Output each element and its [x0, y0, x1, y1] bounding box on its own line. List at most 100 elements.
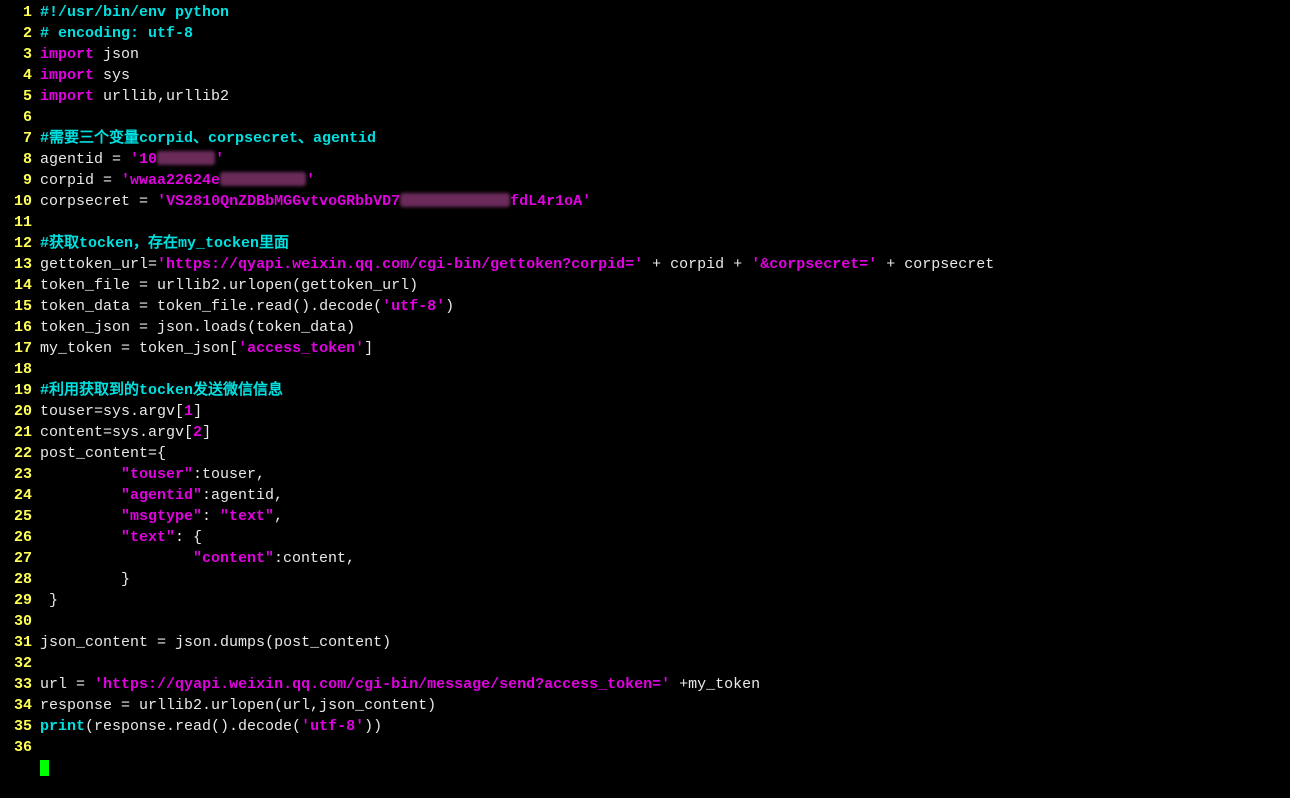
- code-line[interactable]: 5import urllib,urllib2: [0, 86, 1290, 107]
- line-number: 19: [0, 380, 40, 401]
- code-content[interactable]: #利用获取到的tocken发送微信信息: [40, 380, 1290, 401]
- line-number: 30: [0, 611, 40, 632]
- code-line[interactable]: 12#获取tocken，存在my_tocken里面: [0, 233, 1290, 254]
- code-content[interactable]: [40, 611, 1290, 632]
- code-line[interactable]: 19#利用获取到的tocken发送微信信息: [0, 380, 1290, 401]
- code-content[interactable]: import json: [40, 44, 1290, 65]
- code-content[interactable]: post_content={: [40, 443, 1290, 464]
- code-line[interactable]: 25 "msgtype": "text",: [0, 506, 1290, 527]
- line-number: 23: [0, 464, 40, 485]
- code-content[interactable]: corpsecret = 'VS2810QnZDBbMGGvtvoGRbbVD7…: [40, 191, 1290, 212]
- code-content[interactable]: agentid = '10': [40, 149, 1290, 170]
- code-content[interactable]: "agentid":agentid,: [40, 485, 1290, 506]
- code-content[interactable]: "msgtype": "text",: [40, 506, 1290, 527]
- line-number: 14: [0, 275, 40, 296]
- line-number: 7: [0, 128, 40, 149]
- line-number: 35: [0, 716, 40, 737]
- code-content[interactable]: content=sys.argv[2]: [40, 422, 1290, 443]
- code-line[interactable]: 7#需要三个变量corpid、corpsecret、agentid: [0, 128, 1290, 149]
- line-number: 8: [0, 149, 40, 170]
- code-content[interactable]: #!/usr/bin/env python: [40, 2, 1290, 23]
- code-content[interactable]: }: [40, 590, 1290, 611]
- code-content[interactable]: [40, 737, 1290, 758]
- code-line[interactable]: 20touser=sys.argv[1]: [0, 401, 1290, 422]
- line-number: 10: [0, 191, 40, 212]
- code-line[interactable]: 11: [0, 212, 1290, 233]
- code-line[interactable]: 36: [0, 737, 1290, 758]
- code-content[interactable]: my_token = token_json['access_token']: [40, 338, 1290, 359]
- code-content[interactable]: touser=sys.argv[1]: [40, 401, 1290, 422]
- code-line[interactable]: 29 }: [0, 590, 1290, 611]
- code-content[interactable]: import sys: [40, 65, 1290, 86]
- code-line[interactable]: 9corpid = 'wwaa22624e': [0, 170, 1290, 191]
- line-number: 5: [0, 86, 40, 107]
- code-content[interactable]: [40, 212, 1290, 233]
- line-number: 21: [0, 422, 40, 443]
- code-line[interactable]: 24 "agentid":agentid,: [0, 485, 1290, 506]
- code-content[interactable]: [40, 107, 1290, 128]
- line-number: 17: [0, 338, 40, 359]
- line-number: 6: [0, 107, 40, 128]
- code-line[interactable]: 28 }: [0, 569, 1290, 590]
- line-number: 2: [0, 23, 40, 44]
- line-number: 26: [0, 527, 40, 548]
- code-line[interactable]: 8agentid = '10': [0, 149, 1290, 170]
- code-line[interactable]: 34response = urllib2.urlopen(url,json_co…: [0, 695, 1290, 716]
- line-number: 15: [0, 296, 40, 317]
- cursor-block: [40, 760, 49, 776]
- code-line[interactable]: 3import json: [0, 44, 1290, 65]
- code-content[interactable]: #需要三个变量corpid、corpsecret、agentid: [40, 128, 1290, 149]
- code-content[interactable]: token_file = urllib2.urlopen(gettoken_ur…: [40, 275, 1290, 296]
- line-number: 12: [0, 233, 40, 254]
- code-line[interactable]: 17my_token = token_json['access_token']: [0, 338, 1290, 359]
- code-content[interactable]: [40, 359, 1290, 380]
- code-line[interactable]: 4import sys: [0, 65, 1290, 86]
- code-line[interactable]: 33url = 'https://qyapi.weixin.qq.com/cgi…: [0, 674, 1290, 695]
- code-line[interactable]: 27 "content":content,: [0, 548, 1290, 569]
- code-content[interactable]: #获取tocken，存在my_tocken里面: [40, 233, 1290, 254]
- line-number: 28: [0, 569, 40, 590]
- code-line[interactable]: 16token_json = json.loads(token_data): [0, 317, 1290, 338]
- line-number: 36: [0, 737, 40, 758]
- code-line[interactable]: 35print(response.read().decode('utf-8')): [0, 716, 1290, 737]
- code-line[interactable]: 15token_data = token_file.read().decode(…: [0, 296, 1290, 317]
- code-content[interactable]: import urllib,urllib2: [40, 86, 1290, 107]
- code-line[interactable]: 18: [0, 359, 1290, 380]
- code-line[interactable]: 31json_content = json.dumps(post_content…: [0, 632, 1290, 653]
- code-line[interactable]: 32: [0, 653, 1290, 674]
- code-content[interactable]: response = urllib2.urlopen(url,json_cont…: [40, 695, 1290, 716]
- code-content[interactable]: gettoken_url='https://qyapi.weixin.qq.co…: [40, 254, 1290, 275]
- code-line[interactable]: 23 "touser":touser,: [0, 464, 1290, 485]
- cursor-line: [0, 758, 1290, 779]
- code-line[interactable]: 2# encoding: utf-8: [0, 23, 1290, 44]
- line-number: 3: [0, 44, 40, 65]
- code-content[interactable]: print(response.read().decode('utf-8')): [40, 716, 1290, 737]
- code-content[interactable]: "touser":touser,: [40, 464, 1290, 485]
- line-number: 25: [0, 506, 40, 527]
- code-content[interactable]: json_content = json.dumps(post_content): [40, 632, 1290, 653]
- code-content[interactable]: token_json = json.loads(token_data): [40, 317, 1290, 338]
- line-number: 33: [0, 674, 40, 695]
- code-content[interactable]: "text": {: [40, 527, 1290, 548]
- line-number: 11: [0, 212, 40, 233]
- code-line[interactable]: 10corpsecret = 'VS2810QnZDBbMGGvtvoGRbbV…: [0, 191, 1290, 212]
- code-line[interactable]: 14token_file = urllib2.urlopen(gettoken_…: [0, 275, 1290, 296]
- code-line[interactable]: 21content=sys.argv[2]: [0, 422, 1290, 443]
- code-editor[interactable]: 1#!/usr/bin/env python2# encoding: utf-8…: [0, 0, 1290, 781]
- code-content[interactable]: # encoding: utf-8: [40, 23, 1290, 44]
- code-line[interactable]: 13gettoken_url='https://qyapi.weixin.qq.…: [0, 254, 1290, 275]
- line-number: 27: [0, 548, 40, 569]
- line-number: 9: [0, 170, 40, 191]
- code-content[interactable]: token_data = token_file.read().decode('u…: [40, 296, 1290, 317]
- code-content[interactable]: [40, 653, 1290, 674]
- code-content[interactable]: "content":content,: [40, 548, 1290, 569]
- code-content[interactable]: url = 'https://qyapi.weixin.qq.com/cgi-b…: [40, 674, 1290, 695]
- code-line[interactable]: 30: [0, 611, 1290, 632]
- code-line[interactable]: 1#!/usr/bin/env python: [0, 2, 1290, 23]
- code-content[interactable]: corpid = 'wwaa22624e': [40, 170, 1290, 191]
- code-line[interactable]: 6: [0, 107, 1290, 128]
- code-line[interactable]: 22post_content={: [0, 443, 1290, 464]
- code-content[interactable]: }: [40, 569, 1290, 590]
- line-number: 24: [0, 485, 40, 506]
- code-line[interactable]: 26 "text": {: [0, 527, 1290, 548]
